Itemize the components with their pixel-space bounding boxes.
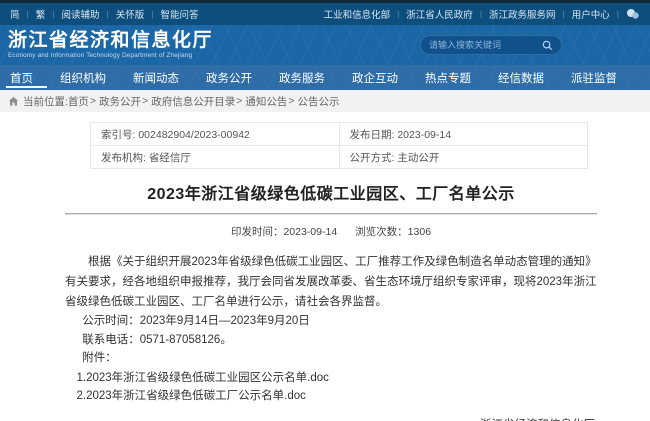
publicity-period-line: 公示时间：2023年9月14日—2023年9月20日 [65,312,597,331]
main-nav: 首页 组织机构 新闻动态 政务公开 政务服务 政企互动 热点专题 经信数据 派驻… [0,65,650,90]
body-paragraph: 根据《关于组织开展2023年省级绿色低碳工业园区、工厂推荐工作及绿色制造名单动态… [65,252,597,312]
meta-agency-value: 省经信厅 [149,152,191,164]
nav-item-gov-disclosure[interactable]: 政务公开 [204,65,254,90]
topbar-link-care-version[interactable]: 关怀版 [116,7,145,21]
topbar-link-user-center[interactable]: 用户中心 [572,7,610,21]
topbar-link-traditional[interactable]: 繁 [36,7,46,21]
search-box[interactable] [420,35,562,55]
site-header-banner: 浙江省经济和信息化厅 Economy and Information Techn… [0,25,650,65]
document-content: 索引号: 002482904/2023-00942 发布日期: 2023-09-… [0,122,650,421]
message-bubbles-icon[interactable] [626,8,640,20]
home-icon [8,96,19,107]
page-title: 2023年浙江省级绿色低碳工业园区、工厂名单公示 [65,180,597,204]
meta-index-value: 002482904/2023-00942 [138,129,250,141]
divider: | [52,9,54,19]
meta-agency-cell: 发布机构: 省经信厅 [91,146,340,169]
nav-item-data[interactable]: 经信数据 [496,65,546,90]
views-value: 1306 [408,226,431,238]
meta-index-label: 索引号: [101,129,135,141]
breadcrumb-item-announcements[interactable]: 公告公示 [297,94,339,109]
nav-item-interaction[interactable]: 政企互动 [350,65,400,90]
search-input[interactable] [429,40,542,50]
top-utility-bar: 简 | 繁 | 阅读辅助 | 关怀版 | 智能问答 工业和信息化部 | 浙江省人… [0,0,650,25]
nav-item-supervision[interactable]: 派驻监督 [569,65,619,90]
search-icon[interactable] [542,40,553,51]
divider: | [27,9,29,19]
meta-date-label: 发布日期: [350,129,395,141]
breadcrumb-prefix: 当前位置: [23,94,68,109]
divider: | [480,9,482,19]
document-body: 根据《关于组织开展2023年省级绿色低碳工业园区、工厂推荐工作及绿色制造名单动态… [65,252,597,404]
divider: | [617,9,619,19]
nav-item-organization[interactable]: 组织机构 [58,65,108,90]
table-row: 发布机构: 省经信厅 公开方式: 主动公开 [91,146,588,169]
meta-date-value: 2023-09-14 [397,129,451,141]
divider: | [397,9,399,19]
nav-item-hot-topics[interactable]: 热点专题 [423,65,473,90]
divider: | [106,9,108,19]
attachments-label: 附件： [65,349,597,368]
print-time-value: 2023-09-14 [283,226,337,238]
site-title: 浙江省经济和信息化厅 [8,31,213,51]
breadcrumb-separator: > [90,95,96,107]
topbar-link-service-portal[interactable]: 浙江政务服务网 [489,7,556,21]
breadcrumb-item-disclosure[interactable]: 政务公开 [99,94,141,109]
breadcrumb-separator: > [288,95,294,107]
print-meta-line: 印发时间：2023-09-14 浏览次数：1306 [65,224,597,239]
topbar-left-links: 简 | 繁 | 阅读辅助 | 关怀版 | 智能问答 [10,7,198,21]
topbar-link-miit[interactable]: 工业和信息化部 [324,7,391,21]
topbar-link-simplified[interactable]: 简 [10,7,20,21]
attachment-link-factories[interactable]: 2.2023年浙江省级绿色低碳工厂公示名单.doc [65,388,597,404]
divider: | [563,9,565,19]
topbar-link-smart-qa[interactable]: 智能问答 [160,7,198,21]
meta-agency-label: 发布机构: [101,152,146,164]
signature-organization: 浙江省经济和信息化厅 [65,416,597,421]
document-meta-table: 索引号: 002482904/2023-00942 发布日期: 2023-09-… [90,122,588,169]
site-subtitle-en: Economy and Information Technology Depar… [8,53,213,60]
site-brand: 浙江省经济和信息化厅 Economy and Information Techn… [8,31,213,60]
table-row: 索引号: 002482904/2023-00942 发布日期: 2023-09-… [91,123,588,146]
meta-date-cell: 发布日期: 2023-09-14 [339,123,588,146]
contact-phone-line: 联系电话：0571-87058126。 [65,331,597,350]
meta-index-cell: 索引号: 002482904/2023-00942 [91,123,340,146]
meta-method-label: 公开方式: [350,152,395,164]
meta-method-cell: 公开方式: 主动公开 [339,146,588,169]
views-label: 浏览次数： [355,226,408,238]
print-time-label: 印发时间： [231,226,284,238]
breadcrumb: 当前位置: 首页 > 政务公开 > 政府信息公开目录 > 通知公告 > 公告公示 [0,90,650,112]
attachment-link-parks[interactable]: 1.2023年浙江省级绿色低碳工业园区公示名单.doc [65,370,597,386]
nav-item-news[interactable]: 新闻动态 [131,65,181,90]
nav-item-gov-services[interactable]: 政务服务 [277,65,327,90]
topbar-right-links: 工业和信息化部 | 浙江省人民政府 | 浙江政务服务网 | 用户中心 | [324,7,640,21]
topbar-link-reading-aid[interactable]: 阅读辅助 [61,7,99,21]
breadcrumb-item-notices[interactable]: 通知公告 [245,94,287,109]
meta-method-value: 主动公开 [397,152,439,164]
nav-item-home[interactable]: 首页 [8,65,35,90]
breadcrumb-separator: > [142,95,148,107]
breadcrumb-item-home[interactable]: 首页 [68,94,89,109]
divider: | [151,9,153,19]
topbar-link-provincial-gov[interactable]: 浙江省人民政府 [406,7,473,21]
breadcrumb-separator: > [236,95,242,107]
title-divider [65,213,597,215]
breadcrumb-item-catalog[interactable]: 政府信息公开目录 [151,94,235,109]
